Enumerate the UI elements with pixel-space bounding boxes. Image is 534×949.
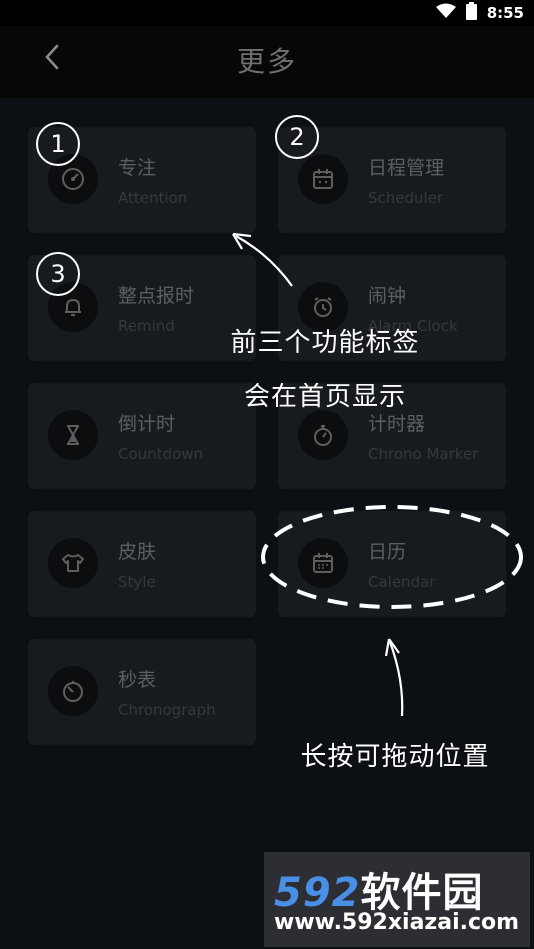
annotation-badge-3: 3 <box>36 252 80 296</box>
card-title: 日历 <box>368 541 407 563</box>
wifi-icon <box>435 3 456 23</box>
calendar-grid-icon <box>298 538 348 588</box>
hourglass-icon <box>48 410 98 460</box>
card-title: 倒计时 <box>118 413 176 435</box>
card-title: 计时器 <box>368 413 426 435</box>
card-subtitle: Chronograph <box>118 701 216 719</box>
status-bar: 8:55 <box>0 0 534 26</box>
card-title: 日程管理 <box>368 157 445 179</box>
watermark: 592软件园 www.592xiazai.com <box>264 852 530 947</box>
annotation-badge-2: 2 <box>275 115 319 159</box>
page-title: 更多 <box>236 45 297 78</box>
card-subtitle: Remind <box>118 317 175 335</box>
card-subtitle: Chrono Marker <box>368 445 479 463</box>
app-header: 更多 <box>0 26 534 98</box>
stopwatch-icon <box>298 410 348 460</box>
status-time: 8:55 <box>486 4 524 22</box>
card-title: 皮肤 <box>118 541 157 563</box>
card-subtitle: Countdown <box>118 445 204 463</box>
annotation-note-drag: 长按可拖动位置 <box>300 742 490 772</box>
shirt-icon <box>48 538 98 588</box>
calendar-icon <box>298 154 348 204</box>
card-title: 秒表 <box>118 669 157 691</box>
card-title: 整点报时 <box>118 285 195 307</box>
annotation-note-line2: 会在首页显示 <box>243 382 406 412</box>
timer-icon <box>48 666 98 716</box>
card-subtitle: Attention <box>118 189 188 207</box>
card-style[interactable]: 皮肤 Style <box>28 511 256 617</box>
feature-grid: 专注 Attention 日程管理 Scheduler 整点报时 Remind … <box>0 98 534 949</box>
card-subtitle: Scheduler <box>368 189 444 207</box>
card-subtitle: Style <box>118 573 156 591</box>
card-subtitle: Calendar <box>368 573 436 591</box>
battery-icon <box>465 2 477 24</box>
card-title: 专注 <box>118 157 157 179</box>
watermark-url: www.592xiazai.com <box>274 910 520 935</box>
card-calendar[interactable]: 日历 Calendar <box>278 511 506 617</box>
annotation-badge-1: 1 <box>36 122 80 166</box>
card-chronograph[interactable]: 秒表 Chronograph <box>28 639 256 745</box>
annotation-note-line1: 前三个功能标签 <box>230 328 420 358</box>
card-title: 闹钟 <box>368 285 407 307</box>
